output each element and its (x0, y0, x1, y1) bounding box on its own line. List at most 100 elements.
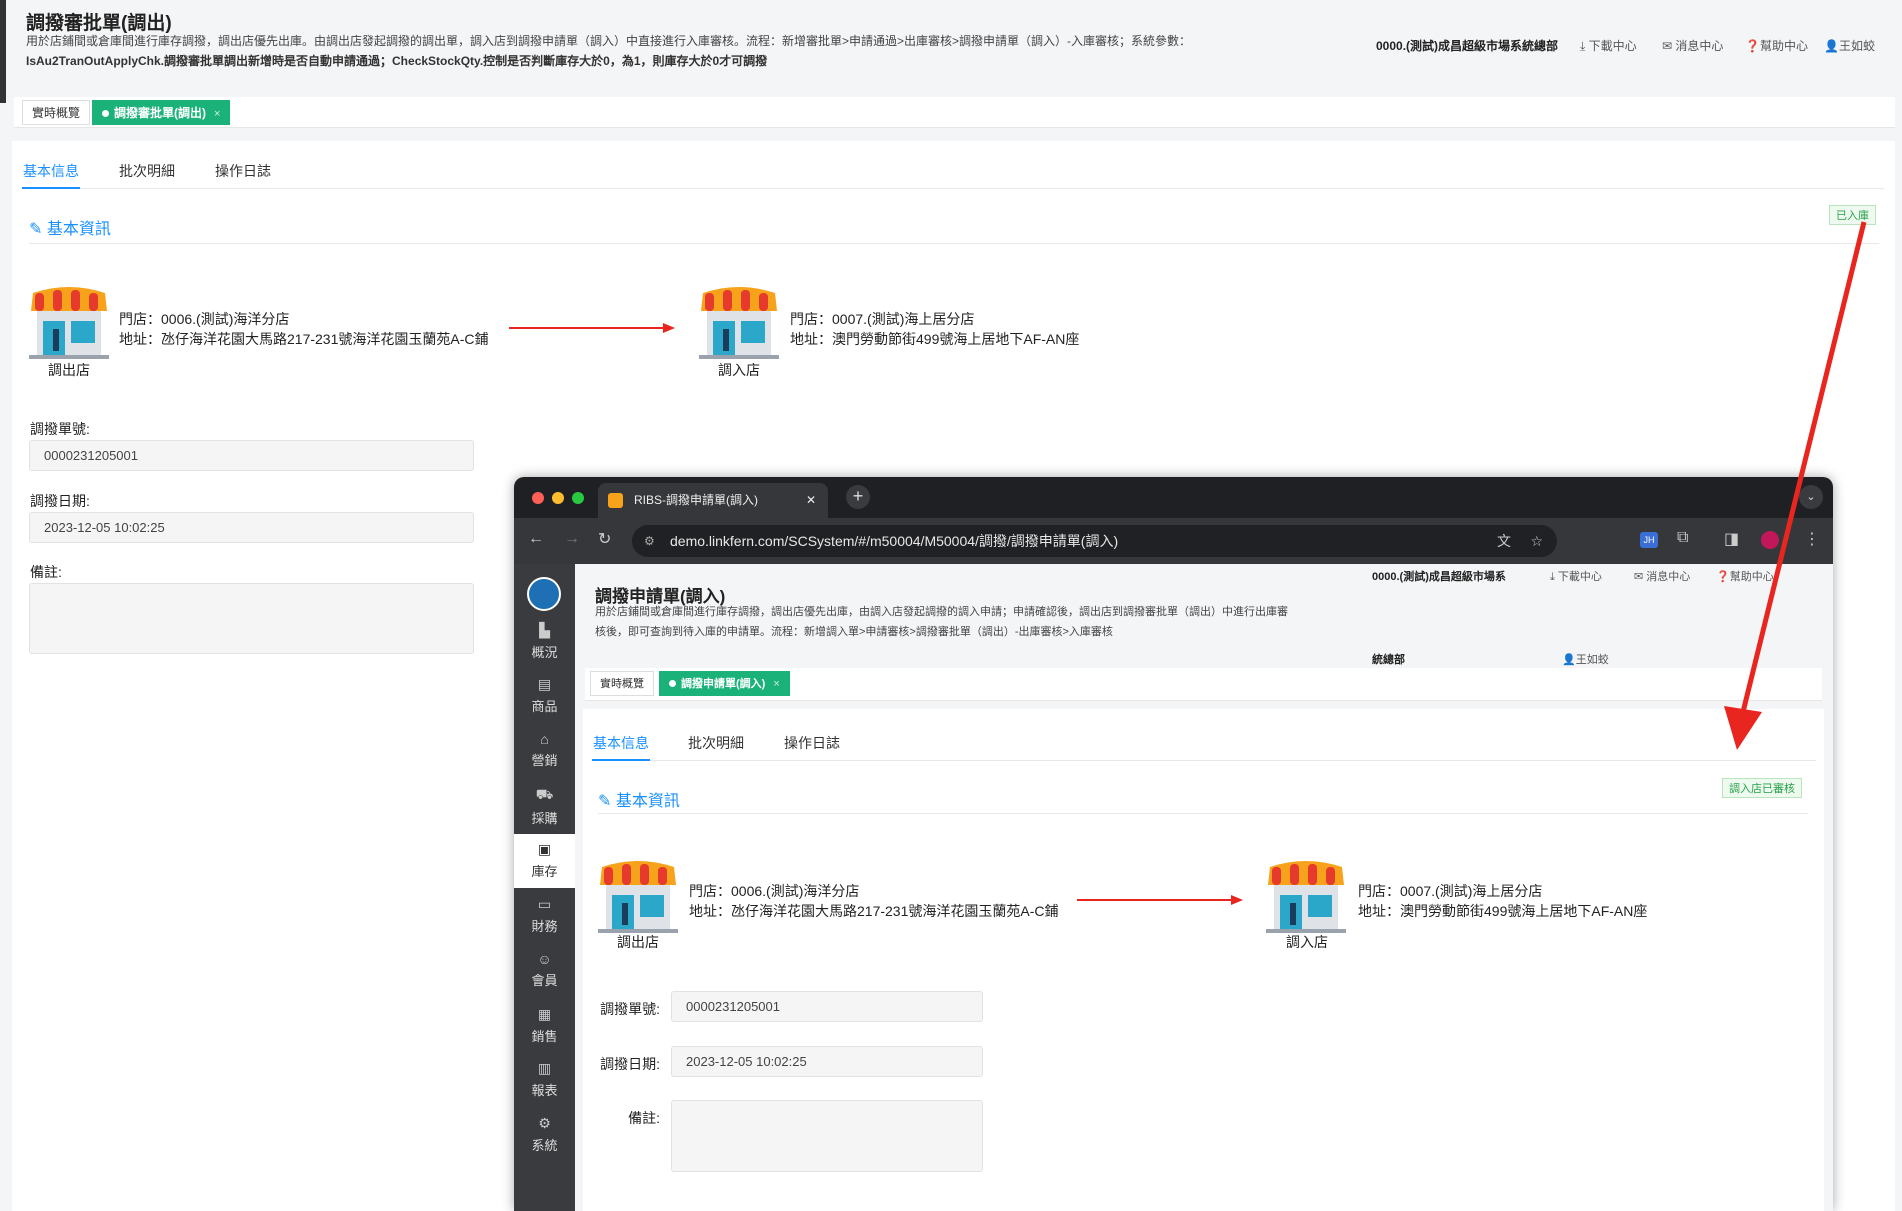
page-description-params: IsAu2TranOutApplyChk.調撥審批單調出新增時是否自動申請通過；… (26, 54, 768, 68)
inner-transfer-date-input[interactable]: 2023-12-05 10:02:25 (671, 1046, 983, 1077)
sidebar-item-reports[interactable]: ▥ 報表 (514, 1060, 575, 1099)
transfer-date-input[interactable]: 2023-12-05 10:02:25 (29, 512, 474, 543)
inner-download-link[interactable]: ⤓ 下載中心 (1550, 568, 1602, 584)
remark-textarea[interactable] (29, 583, 474, 654)
inner-in-store-icon (1266, 855, 1346, 933)
profile-avatar[interactable] (1761, 531, 1779, 549)
inner-tab-basic-info[interactable]: 基本信息 (593, 733, 649, 753)
remark-label: 備註: (30, 564, 62, 580)
inner-tabs-divider (592, 760, 1816, 761)
tab-search-button[interactable]: ⌄ (1799, 485, 1823, 509)
site-settings-icon[interactable]: ⚙ (644, 525, 655, 557)
inner-tab-operation-log[interactable]: 操作日誌 (784, 733, 840, 753)
sidebar-item-overview[interactable]: ▙ 概況 (514, 622, 575, 661)
sidebar-item-system[interactable]: ⚙ 系統 (514, 1115, 575, 1154)
tab-batch-details[interactable]: 批次明細 (119, 161, 175, 181)
translate-icon[interactable]: 文 (1497, 525, 1511, 557)
inner-user-menu[interactable]: 👤王如蛟 (1562, 651, 1609, 667)
status-badge: 已入庫 (1829, 205, 1876, 225)
tab-operation-log[interactable]: 操作日誌 (215, 161, 271, 181)
inner-section-title: ✎ 基本資訊 (598, 793, 680, 810)
gear-icon: ⚙ (538, 1115, 551, 1131)
browser-toolbar: ← → ↻ ⚙ demo.linkfern.com/SCSystem/#/m50… (514, 518, 1833, 564)
maximize-window-button[interactable] (572, 492, 584, 504)
inner-page-description: 用於店鋪間或倉庫間進行庫存調撥，調出店優先出庫，由調入店發起調撥的調入申請；申請… (595, 606, 1288, 618)
chart-icon: ▥ (537, 1060, 552, 1076)
bookmark-star-icon[interactable]: ☆ (1530, 525, 1543, 557)
section-title: ✎ 基本資訊 (29, 221, 111, 238)
sidebar-item-inventory[interactable]: ▣ 庫存 (514, 834, 575, 888)
browser-tab-strip: RIBS-調撥申請單(調入) ✕ + ⌄ (514, 477, 1833, 518)
inner-in-store-info: 門店：0007.(測試)海上居分店 地址：澳門勞動節街499號海上居地下AF-AN… (1358, 883, 1648, 919)
page-description: 用於店鋪間或倉庫間進行庫存調撥，調出店優先出庫。由調出店發起調撥的調出單，調入店… (26, 34, 1192, 48)
sidebar-item-members[interactable]: ☺ 會員 (514, 951, 575, 989)
browser-tab[interactable]: RIBS-調撥申請單(調入) ✕ (598, 483, 828, 518)
building-icon: ▙ (539, 622, 550, 638)
download-center-link[interactable]: ⤓ 下載中心 (1580, 37, 1637, 54)
user-menu[interactable]: 👤王如蛟 (1824, 37, 1875, 54)
close-window-button[interactable] (532, 492, 544, 504)
edit-icon: ✎ (29, 221, 47, 238)
transfer-no-label: 調撥單號: (30, 421, 90, 437)
page-title: 調撥審批單(調出) (26, 13, 172, 34)
out-store-info: 門店：0006.(測試)海洋分店 地址：氹仔海洋花園大馬路217-231號海洋花園… (119, 311, 489, 347)
reload-icon[interactable]: ↻ (598, 529, 611, 549)
tab-basic-info[interactable]: 基本信息 (23, 161, 79, 181)
in-store-icon (699, 281, 779, 359)
inner-org-name-cont: 統總部 (1372, 654, 1405, 666)
transfer-no-input[interactable]: 0000231205001 (29, 440, 474, 471)
inner-tab-batch-details[interactable]: 批次明細 (688, 733, 744, 753)
tab-transfer-approval[interactable]: 調撥審批單(調出) × (92, 100, 231, 125)
inner-remark-textarea[interactable] (671, 1100, 983, 1172)
inner-tab-bar: 實時概覽 調撥申請單(調入) × (585, 668, 1822, 701)
close-icon[interactable]: × (214, 108, 220, 120)
new-tab-button[interactable]: + (846, 485, 870, 509)
side-panel-icon[interactable]: ◨ (1724, 529, 1739, 549)
sidebar-item-sales[interactable]: ▦ 銷售 (514, 1006, 575, 1045)
browser-menu-icon[interactable]: ⋮ (1804, 529, 1820, 549)
app-logo (527, 577, 561, 611)
sidebar-item-purchasing[interactable]: ⛟ 採購 (514, 786, 575, 827)
sidebar-item-finance[interactable]: ▭ 財務 (514, 896, 575, 935)
edit-icon: ✎ (598, 793, 616, 810)
sidebar-item-products[interactable]: ▤ 商品 (514, 676, 575, 715)
back-icon[interactable]: ← (528, 530, 544, 548)
out-store-label: 調出店 (48, 362, 90, 378)
inner-transfer-arrow-icon (1077, 895, 1243, 905)
inner-page-description-2: 核後，即可查詢到待入庫的申請單。流程：新增調入單>申請審核>調撥審批單（調出）-… (595, 626, 1113, 638)
help-center-link[interactable]: ❓幫助中心 (1745, 37, 1808, 54)
minimize-window-button[interactable] (552, 492, 564, 504)
tag-icon: ⌂ (540, 731, 549, 747)
extension-jh-icon[interactable]: JH (1640, 532, 1658, 548)
transfer-arrow-icon (509, 323, 675, 333)
inner-tab-overview[interactable]: 實時概覽 (590, 671, 654, 696)
inner-transfer-no-input[interactable]: 0000231205001 (671, 991, 983, 1022)
address-bar[interactable]: ⚙ demo.linkfern.com/SCSystem/#/m50004/M5… (632, 525, 1557, 557)
message-center-link[interactable]: ✉ 消息中心 (1662, 37, 1723, 54)
window-edge (0, 0, 6, 103)
in-store-label: 調入店 (718, 362, 760, 378)
app-sidebar: ▙ 概況 ▤ 商品 ⌂ 營銷 ⛟ 採購 ▣ 庫存 ▭ 財務 ☺ 會員 ▦ 銷售 ▥ 報表 ⚙ 系統 (514, 564, 575, 1211)
org-name: 0000.(測試)成昌超級市場系統總部 (1376, 39, 1559, 53)
inner-tab-transfer-request[interactable]: 調撥申請單(調入) × (659, 671, 790, 696)
inner-message-link[interactable]: ✉ 消息中心 (1634, 568, 1690, 584)
forward-icon[interactable]: → (564, 530, 580, 548)
inner-transfer-no-label: 調撥單號: (600, 1001, 660, 1017)
box-icon: ▣ (537, 841, 552, 857)
inner-section-divider (598, 813, 1808, 814)
download-icon: ⤓ (1580, 39, 1589, 53)
close-icon[interactable]: × (773, 678, 779, 690)
inner-org-name: 0000.(測試)成昌超級市場系 (1372, 571, 1506, 583)
inner-transfer-date-label: 調撥日期: (600, 1056, 660, 1072)
section-divider (29, 243, 1879, 244)
out-store-icon (29, 281, 109, 359)
active-dot-icon (102, 110, 109, 117)
in-store-info: 門店：0007.(測試)海上居分店 地址：澳門勞動節街499號海上居地下AF-AN… (790, 311, 1080, 347)
close-tab-icon[interactable]: ✕ (806, 483, 816, 518)
sidebar-item-marketing[interactable]: ⌂ 營銷 (514, 731, 575, 769)
inner-out-store-label: 調出店 (617, 934, 659, 950)
transfer-date-label: 調撥日期: (30, 493, 90, 509)
inner-help-link[interactable]: ❓幫助中心 (1716, 568, 1774, 584)
tab-overview[interactable]: 實時概覽 (22, 100, 91, 125)
extensions-icon[interactable]: ⧉ (1677, 529, 1688, 547)
